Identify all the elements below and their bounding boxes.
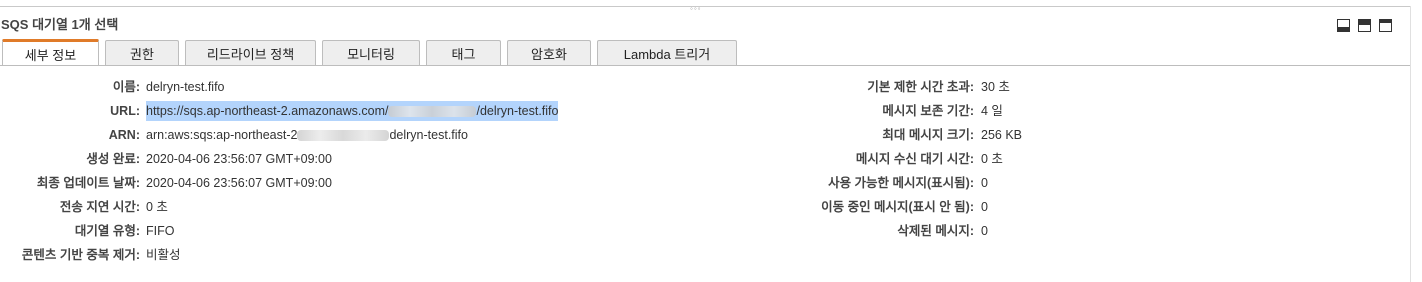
- tab-permissions[interactable]: 권한: [105, 40, 179, 66]
- detail-value: delryn-test.fifo: [146, 80, 225, 94]
- tab-divider: [0, 65, 1410, 66]
- detail-value: 4 일: [981, 104, 1003, 118]
- detail-label: 대기열 유형:: [74, 224, 140, 238]
- panel-resize-grip[interactable]: ◦◦◦: [690, 5, 702, 13]
- url-prefix: https://sqs.ap-northeast-2.amazonaws.com…: [146, 104, 389, 118]
- tab-redrive-policy[interactable]: 리드라이브 정책: [185, 40, 316, 66]
- redacted-account-id: [297, 130, 390, 142]
- tab-tags[interactable]: 태그: [426, 40, 501, 66]
- detail-label: 최대 메시지 크기:: [882, 128, 974, 142]
- detail-tabs: 세부 정보 권한 리드라이브 정책 모니터링 태그 암호화 Lambda 트리거: [2, 39, 743, 66]
- queue-arn-value: arn:aws:sqs:ap-northeast-2 delryn-test.fi…: [146, 125, 468, 145]
- detail-label: 최종 업데이트 날짜:: [36, 176, 140, 190]
- detail-label: ARN:: [108, 128, 140, 142]
- detail-value: 0 초: [146, 200, 168, 214]
- panel-right-edge: [1410, 6, 1411, 282]
- tab-lambda-triggers[interactable]: Lambda 트리거: [597, 40, 737, 66]
- detail-label: 메시지 수신 대기 시간:: [855, 152, 974, 166]
- layout-bottom-icon[interactable]: [1337, 19, 1350, 32]
- detail-label: URL:: [110, 104, 140, 118]
- detail-value: 0: [981, 224, 988, 238]
- detail-value: 0: [981, 200, 988, 214]
- detail-label: 사용 가능한 메시지(표시됨):: [828, 176, 974, 190]
- detail-value: 256 KB: [981, 128, 1023, 142]
- arn-prefix: arn:aws:sqs:ap-northeast-2: [146, 128, 298, 142]
- tab-details[interactable]: 세부 정보: [2, 39, 99, 66]
- redacted-account-id: [388, 106, 477, 118]
- panel-top-border: [0, 6, 1410, 7]
- layout-split-icon[interactable]: [1358, 19, 1371, 32]
- detail-value: 0 초: [981, 152, 1003, 166]
- detail-label: 이름:: [112, 80, 140, 94]
- url-suffix: /delryn-test.fifo: [476, 104, 559, 118]
- detail-label: 이동 중인 메시지(표시 안 됨):: [821, 200, 974, 214]
- detail-value: FIFO: [146, 224, 175, 238]
- detail-value: 30 초: [981, 80, 1010, 94]
- panel-title: SQS 대기열 1개 선택: [1, 17, 119, 32]
- tab-monitoring[interactable]: 모니터링: [322, 40, 420, 66]
- detail-label: 전송 지연 시간:: [59, 200, 140, 214]
- queue-url-value[interactable]: https://sqs.ap-northeast-2.amazonaws.com…: [146, 101, 559, 121]
- tab-encryption[interactable]: 암호화: [507, 40, 591, 66]
- arn-suffix: delryn-test.fifo: [389, 128, 468, 142]
- detail-value: 0: [981, 176, 988, 190]
- detail-label: 콘텐츠 기반 중복 제거:: [21, 248, 140, 262]
- detail-label: 기본 제한 시간 초과:: [867, 80, 974, 94]
- detail-label: 삭제된 메시지:: [897, 224, 974, 238]
- detail-label: 메시지 보존 기간:: [882, 104, 974, 118]
- layout-full-icon[interactable]: [1379, 19, 1392, 32]
- panel-layout-controls: [1337, 19, 1392, 32]
- detail-label: 생성 완료:: [86, 152, 140, 166]
- detail-value: 비활성: [146, 248, 181, 262]
- detail-value: 2020-04-06 23:56:07 GMT+09:00: [146, 176, 332, 190]
- detail-value: 2020-04-06 23:56:07 GMT+09:00: [146, 152, 332, 166]
